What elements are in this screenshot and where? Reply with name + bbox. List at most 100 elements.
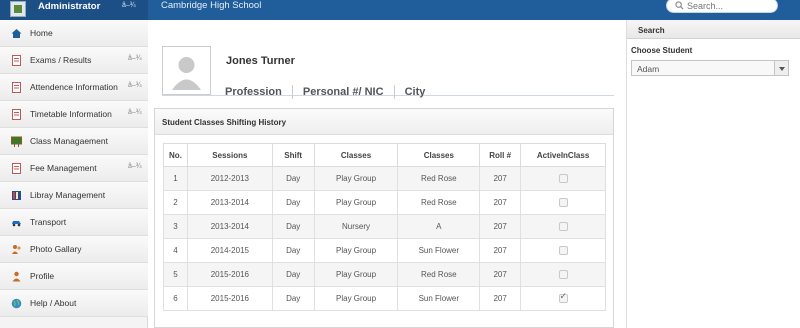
chevron-down-icon: â–¾ bbox=[128, 163, 142, 170]
cell-roll: 207 bbox=[479, 166, 522, 191]
table-row: 1 2012-2013 Day Play Group Red Rose 207 bbox=[163, 166, 606, 191]
chevron-down-icon[interactable] bbox=[774, 61, 788, 75]
chevron-down-icon: â–¾ bbox=[128, 55, 142, 62]
sidebar-item-label: Libray Management bbox=[30, 190, 106, 200]
user-name: Administrator bbox=[38, 1, 101, 12]
personal-nic-label: Personal #/ NIC bbox=[302, 85, 384, 98]
cell-no: 1 bbox=[163, 166, 188, 191]
cell-active bbox=[520, 262, 606, 287]
table-row: 4 2014-2015 Day Play Group Sun Flower 20… bbox=[163, 238, 606, 263]
sidebar-item-label: Home bbox=[30, 28, 53, 38]
sidebar-item-class-management[interactable]: Class Managaement bbox=[0, 128, 148, 155]
cell-active bbox=[520, 238, 606, 263]
column-header: ActiveInClass bbox=[520, 143, 606, 167]
cell-no: 5 bbox=[163, 262, 188, 287]
user-menu[interactable]: Administrator â–¾ bbox=[0, 0, 148, 20]
cell-shift: Day bbox=[271, 190, 315, 215]
user-caret-icon: â–¾ bbox=[122, 2, 136, 9]
sidebar-item-label: Fee Management bbox=[30, 163, 97, 173]
column-header: Roll # bbox=[479, 143, 522, 167]
divider bbox=[291, 85, 293, 99]
cell-shift: Day bbox=[271, 166, 315, 191]
sidebar-item-exams-results[interactable]: Exams / Results â–¾ bbox=[0, 47, 148, 74]
table-row: 6 2015-2016 Day Play Group Sun Flower 20… bbox=[163, 286, 606, 311]
cell-session: 2015-2016 bbox=[186, 286, 273, 311]
table-row: 2 2013-2014 Day Play Group Red Rose 207 bbox=[163, 190, 606, 215]
column-header: Classes bbox=[397, 143, 481, 167]
sidebar-item-help-about[interactable]: Help / About bbox=[0, 290, 148, 317]
sidebar-item-label: Profile bbox=[30, 271, 55, 281]
top-bar: Administrator â–¾ Cambridge High School bbox=[0, 0, 800, 20]
main-content: Jones Turner Profession Personal #/ NIC Ci… bbox=[148, 20, 626, 328]
cell-session: 2013-2014 bbox=[186, 190, 273, 215]
panel-header: Student Classes Shifting History bbox=[155, 109, 613, 135]
sidebar-item-label: Help / About bbox=[30, 298, 77, 308]
active-checkbox[interactable] bbox=[558, 174, 568, 184]
cell-roll: 207 bbox=[479, 238, 522, 263]
search-icon bbox=[675, 1, 684, 10]
column-header: Shift bbox=[271, 143, 315, 167]
cell-shift: Day bbox=[271, 214, 315, 239]
home-icon bbox=[11, 29, 22, 38]
history-table: No. Sessions Shift Classes Classes Roll … bbox=[163, 143, 606, 311]
sidebar-item-library-management[interactable]: Libray Management bbox=[0, 182, 148, 209]
search-panel-title: Search bbox=[638, 26, 665, 35]
student-name: Jones Turner bbox=[226, 55, 295, 67]
sidebar-item-profile[interactable]: Profile bbox=[0, 263, 148, 290]
profile-meta: Profession Personal #/ NIC City bbox=[225, 85, 425, 99]
sidebar-item-fee-management[interactable]: Fee Management â–¾ bbox=[0, 155, 148, 182]
sidebar-item-photo-gallary[interactable]: Photo Gallary bbox=[0, 236, 148, 263]
user-silhouette-icon bbox=[172, 57, 201, 90]
right-panel: Search Choose Student Adam bbox=[626, 20, 800, 328]
chalkboard-icon bbox=[11, 136, 22, 147]
active-checkbox[interactable] bbox=[558, 270, 568, 280]
car-icon bbox=[12, 221, 21, 227]
cell-no: 2 bbox=[163, 190, 188, 215]
cell-section: Red Rose bbox=[397, 190, 481, 215]
sidebar-item-home[interactable]: Home bbox=[0, 20, 148, 47]
active-checkbox[interactable] bbox=[558, 198, 568, 208]
cell-shift: Day bbox=[271, 238, 315, 263]
cell-shift: Day bbox=[271, 262, 315, 287]
globe-icon bbox=[11, 298, 22, 309]
cell-active bbox=[520, 166, 606, 191]
active-checkbox[interactable] bbox=[558, 222, 568, 232]
choose-student-label: Choose Student bbox=[631, 46, 693, 55]
column-header: Classes bbox=[313, 143, 399, 167]
search-box[interactable] bbox=[666, 0, 778, 13]
chevron-down-icon: â–¾ bbox=[128, 109, 142, 116]
book-icon bbox=[12, 191, 21, 200]
sidebar-item-label: Transport bbox=[30, 217, 67, 227]
table-row: 5 2015-2016 Day Play Group Red Rose 207 bbox=[163, 262, 606, 287]
document-icon bbox=[12, 55, 21, 66]
document-icon bbox=[12, 109, 21, 120]
cell-no: 6 bbox=[163, 286, 188, 311]
sidebar-item-label: Timetable Information bbox=[30, 109, 112, 119]
sidebar-item-timetable[interactable]: Timetable Information â–¾ bbox=[0, 101, 148, 128]
student-select[interactable]: Adam bbox=[631, 60, 789, 76]
sidebar-item-transport[interactable]: Transport bbox=[0, 209, 148, 236]
cell-section: Sun Flower bbox=[397, 238, 481, 263]
cell-no: 3 bbox=[163, 214, 188, 239]
cell-roll: 207 bbox=[479, 214, 522, 239]
cell-section: Sun Flower bbox=[397, 286, 481, 311]
active-checkbox[interactable] bbox=[558, 246, 568, 256]
cell-roll: 207 bbox=[479, 286, 522, 311]
sidebar-item-attendence[interactable]: Attendence Information â–¾ bbox=[0, 74, 148, 101]
history-panel: Student Classes Shifting History No. Ses… bbox=[154, 108, 614, 328]
cell-no: 4 bbox=[163, 238, 188, 263]
admin-avatar bbox=[10, 1, 26, 17]
cell-roll: 207 bbox=[479, 190, 522, 215]
people-icon bbox=[12, 245, 21, 254]
school-name: Cambridge High School bbox=[161, 0, 262, 11]
person-icon bbox=[12, 271, 21, 282]
cell-session: 2013-2014 bbox=[186, 214, 273, 239]
sidebar-item-label: Exams / Results bbox=[30, 55, 92, 65]
sidebar-item-label: Photo Gallary bbox=[30, 244, 82, 254]
selected-student: Adam bbox=[637, 64, 660, 74]
table-header-row: No. Sessions Shift Classes Classes Roll … bbox=[163, 143, 606, 167]
document-icon bbox=[12, 163, 21, 174]
search-input[interactable] bbox=[687, 0, 773, 11]
active-checkbox[interactable] bbox=[558, 292, 568, 304]
avatar bbox=[162, 46, 211, 95]
